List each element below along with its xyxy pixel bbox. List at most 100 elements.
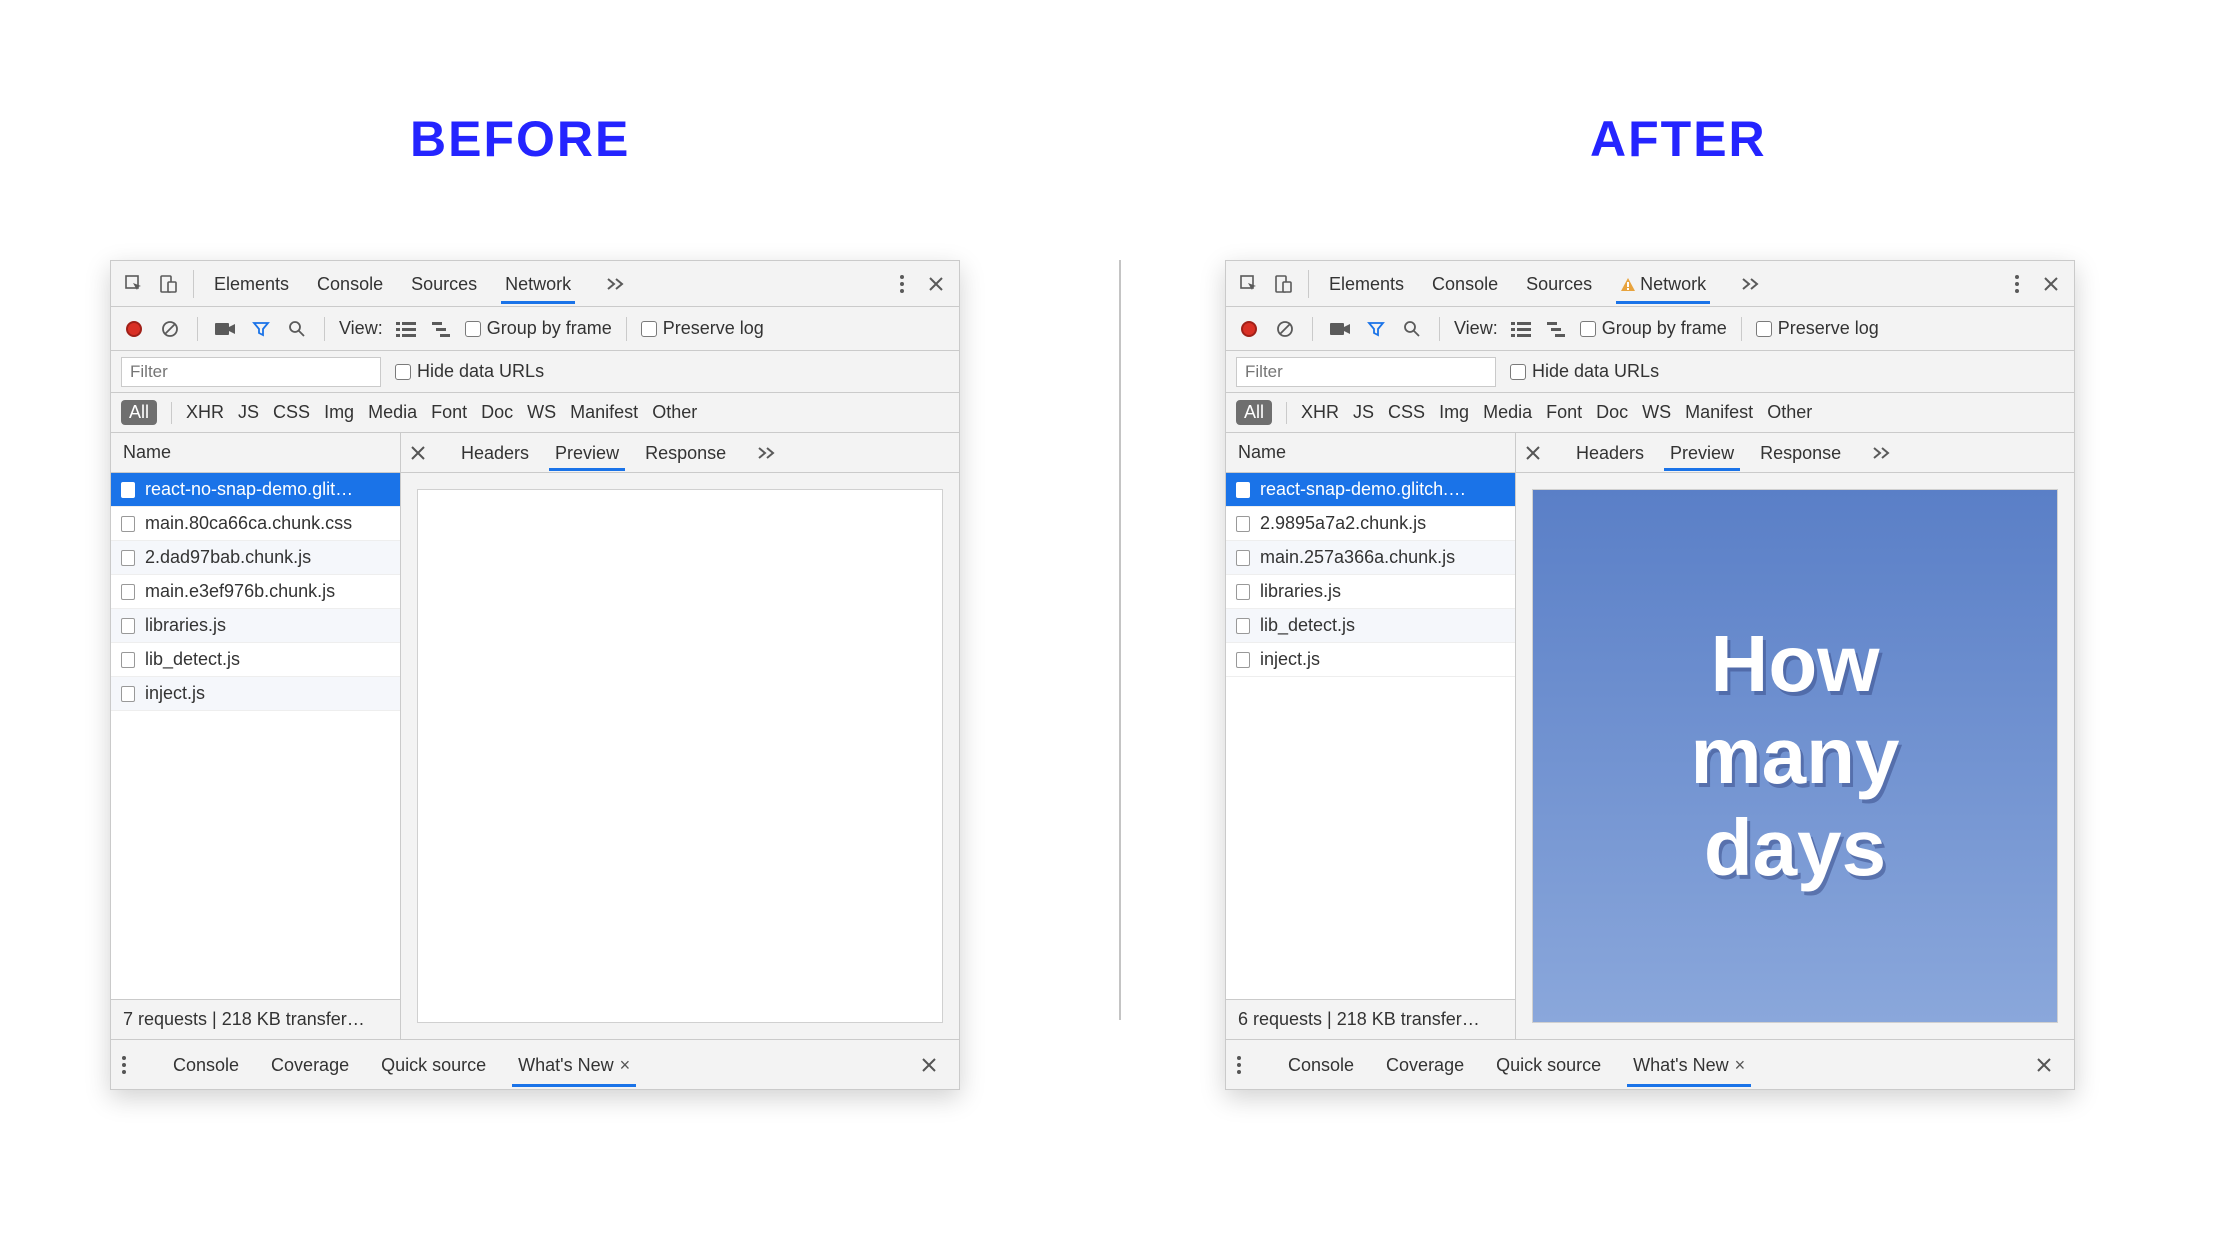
filter-icon[interactable] <box>248 316 274 342</box>
search-icon[interactable] <box>1399 316 1425 342</box>
chip-doc[interactable]: Doc <box>481 402 513 423</box>
record-icon[interactable] <box>1236 316 1262 342</box>
chip-font[interactable]: Font <box>431 402 467 423</box>
detail-tab-headers[interactable]: Headers <box>459 435 531 470</box>
large-rows-icon[interactable] <box>1508 316 1534 342</box>
waterfall-icon[interactable] <box>1544 316 1570 342</box>
chip-xhr[interactable]: XHR <box>1301 402 1339 423</box>
drawer-tab-whats-new[interactable]: What's New× <box>516 1043 632 1086</box>
waterfall-icon[interactable] <box>429 316 455 342</box>
filter-icon[interactable] <box>1363 316 1389 342</box>
large-rows-icon[interactable] <box>393 316 419 342</box>
chip-js[interactable]: JS <box>1353 402 1374 423</box>
camera-icon[interactable] <box>1327 316 1353 342</box>
kebab-menu-icon[interactable] <box>2002 269 2032 299</box>
list-item[interactable]: libraries.js <box>1226 575 1515 609</box>
more-detail-tabs-icon[interactable] <box>1865 440 1899 466</box>
inspect-icon[interactable] <box>1234 269 1264 299</box>
name-column-header[interactable]: Name <box>111 433 400 473</box>
chip-font[interactable]: Font <box>1546 402 1582 423</box>
chip-xhr[interactable]: XHR <box>186 402 224 423</box>
list-item[interactable]: inject.js <box>111 677 400 711</box>
drawer-tab-coverage[interactable]: Coverage <box>1384 1043 1466 1086</box>
kebab-menu-icon[interactable] <box>887 269 917 299</box>
chip-manifest[interactable]: Manifest <box>1685 402 1753 423</box>
tab-sources[interactable]: Sources <box>409 264 479 303</box>
close-detail-icon[interactable] <box>411 446 437 460</box>
request-list[interactable]: react-snap-demo.glitch.… 2.9895a7a2.chun… <box>1226 473 1515 999</box>
hide-data-urls-checkbox[interactable]: Hide data URLs <box>1510 361 1659 382</box>
tab-network[interactable]: Network <box>503 264 573 303</box>
drawer-tab-quick-source[interactable]: Quick source <box>379 1043 488 1086</box>
close-detail-icon[interactable] <box>1526 446 1552 460</box>
group-by-frame-checkbox[interactable]: Group by frame <box>1580 318 1727 339</box>
list-item[interactable]: react-no-snap-demo.glit… <box>111 473 400 507</box>
close-tab-icon[interactable]: × <box>620 1055 631 1075</box>
drawer-tab-console[interactable]: Console <box>171 1043 241 1086</box>
device-toolbar-icon[interactable] <box>1268 269 1298 299</box>
chip-ws[interactable]: WS <box>1642 402 1671 423</box>
hide-data-urls-checkbox[interactable]: Hide data URLs <box>395 361 544 382</box>
camera-icon[interactable] <box>212 316 238 342</box>
search-icon[interactable] <box>284 316 310 342</box>
inspect-icon[interactable] <box>119 269 149 299</box>
drawer-tab-console[interactable]: Console <box>1286 1043 1356 1086</box>
detail-tab-preview[interactable]: Preview <box>1668 435 1736 470</box>
drawer-tab-quick-source[interactable]: Quick source <box>1494 1043 1603 1086</box>
chip-img[interactable]: Img <box>1439 402 1469 423</box>
clear-icon[interactable] <box>1272 316 1298 342</box>
more-tabs-icon[interactable] <box>1732 271 1770 297</box>
list-item[interactable]: lib_detect.js <box>1226 609 1515 643</box>
record-icon[interactable] <box>121 316 147 342</box>
chip-doc[interactable]: Doc <box>1596 402 1628 423</box>
chip-ws[interactable]: WS <box>527 402 556 423</box>
close-tab-icon[interactable]: × <box>1735 1055 1746 1075</box>
drawer-kebab-icon[interactable] <box>121 1055 143 1075</box>
list-item[interactable]: main.80ca66ca.chunk.css <box>111 507 400 541</box>
request-list[interactable]: react-no-snap-demo.glit… main.80ca66ca.c… <box>111 473 400 999</box>
tab-elements[interactable]: Elements <box>212 264 291 303</box>
chip-css[interactable]: CSS <box>1388 402 1425 423</box>
close-icon[interactable] <box>2036 269 2066 299</box>
detail-tab-response[interactable]: Response <box>1758 435 1843 470</box>
filter-input[interactable] <box>121 357 381 387</box>
chip-other[interactable]: Other <box>1767 402 1812 423</box>
chip-manifest[interactable]: Manifest <box>570 402 638 423</box>
clear-icon[interactable] <box>157 316 183 342</box>
filter-input[interactable] <box>1236 357 1496 387</box>
drawer-close-icon[interactable] <box>2036 1057 2064 1073</box>
list-item[interactable]: libraries.js <box>111 609 400 643</box>
preserve-log-checkbox[interactable]: Preserve log <box>1756 318 1879 339</box>
preserve-log-checkbox[interactable]: Preserve log <box>641 318 764 339</box>
list-item[interactable]: 2.dad97bab.chunk.js <box>111 541 400 575</box>
chip-all[interactable]: All <box>1236 400 1272 425</box>
chip-media[interactable]: Media <box>368 402 417 423</box>
list-item[interactable]: lib_detect.js <box>111 643 400 677</box>
drawer-tab-whats-new[interactable]: What's New× <box>1631 1043 1747 1086</box>
group-by-frame-checkbox[interactable]: Group by frame <box>465 318 612 339</box>
device-toolbar-icon[interactable] <box>153 269 183 299</box>
chip-other[interactable]: Other <box>652 402 697 423</box>
detail-tab-response[interactable]: Response <box>643 435 728 470</box>
more-tabs-icon[interactable] <box>597 271 635 297</box>
list-item[interactable]: main.e3ef976b.chunk.js <box>111 575 400 609</box>
chip-js[interactable]: JS <box>238 402 259 423</box>
detail-tab-headers[interactable]: Headers <box>1574 435 1646 470</box>
tab-console[interactable]: Console <box>315 264 385 303</box>
close-icon[interactable] <box>921 269 951 299</box>
tab-elements[interactable]: Elements <box>1327 264 1406 303</box>
list-item[interactable]: inject.js <box>1226 643 1515 677</box>
detail-tab-preview[interactable]: Preview <box>553 435 621 470</box>
list-item[interactable]: main.257a366a.chunk.js <box>1226 541 1515 575</box>
chip-img[interactable]: Img <box>324 402 354 423</box>
list-item[interactable]: react-snap-demo.glitch.… <box>1226 473 1515 507</box>
tab-console[interactable]: Console <box>1430 264 1500 303</box>
chip-css[interactable]: CSS <box>273 402 310 423</box>
tab-sources[interactable]: Sources <box>1524 264 1594 303</box>
name-column-header[interactable]: Name <box>1226 433 1515 473</box>
list-item[interactable]: 2.9895a7a2.chunk.js <box>1226 507 1515 541</box>
more-detail-tabs-icon[interactable] <box>750 440 784 466</box>
drawer-close-icon[interactable] <box>921 1057 949 1073</box>
drawer-tab-coverage[interactable]: Coverage <box>269 1043 351 1086</box>
chip-all[interactable]: All <box>121 400 157 425</box>
